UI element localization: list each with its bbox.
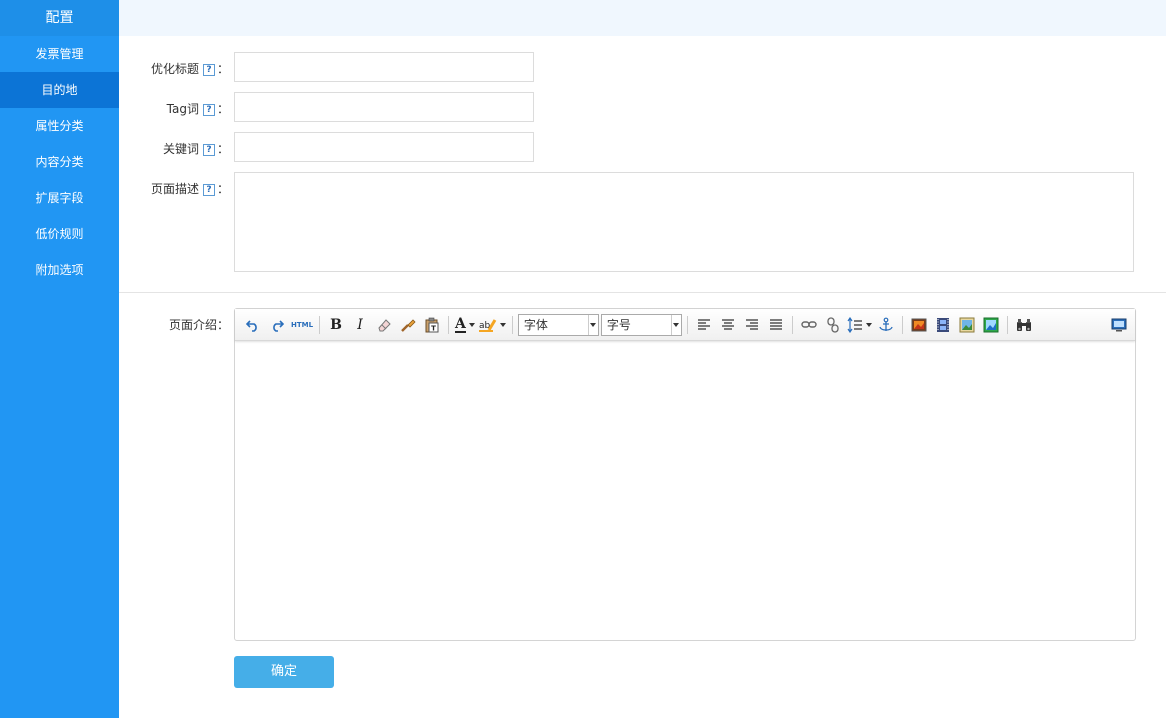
template-icon[interactable] (980, 314, 1002, 336)
line-height-icon (847, 316, 862, 333)
keywords-label: 关键词 (162, 142, 199, 156)
editor-content-area[interactable] (235, 342, 1135, 640)
editor-toolbar: HTML B I T A ab 字体 字号 (235, 309, 1135, 341)
image-icon[interactable] (908, 314, 930, 336)
toolbar-separator (319, 315, 320, 334)
bold-label: B (330, 316, 342, 333)
label-colon: ： (216, 62, 229, 76)
toolbar-separator (448, 315, 449, 334)
font-size-select[interactable]: 字号 (600, 313, 682, 336)
seo-title-label: 优化标题 (150, 62, 199, 76)
sidebar-title: 配置 (0, 0, 119, 36)
sidebar-item-content-category[interactable]: 内容分类 (0, 144, 119, 180)
toolbar-separator (791, 315, 793, 334)
description-label: 页面描述 (150, 182, 199, 196)
search-replace-icon[interactable] (1013, 314, 1035, 336)
bold-icon[interactable]: B (325, 314, 347, 336)
italic-label: I (357, 316, 363, 333)
anchor-icon[interactable] (875, 314, 897, 336)
toolbar-separator (1006, 315, 1008, 334)
help-icon[interactable]: ? (202, 183, 215, 196)
html-source-label: HTML (290, 320, 314, 329)
font-family-select-value: 字体 (523, 317, 548, 332)
help-icon[interactable]: ? (202, 63, 215, 76)
chevron-down-icon (670, 314, 681, 335)
font-color-icon: A (455, 315, 466, 333)
link-icon[interactable] (798, 314, 820, 336)
rich-text-editor: HTML B I T A ab 字体 字号 (234, 308, 1136, 641)
tag-label: Tag词 (166, 102, 199, 116)
video-icon[interactable] (932, 314, 954, 336)
intro-label-group: 页面介绍： (119, 308, 229, 338)
seo-title-input[interactable] (234, 52, 534, 82)
tag-label-group: Tag词?： (119, 92, 229, 122)
sidebar-item-invoice[interactable]: 发票管理 (0, 36, 119, 72)
chevron-down-icon (865, 322, 872, 327)
section-divider (119, 292, 1166, 293)
main-content: 优化标题?： Tag词?： 关键词?： 页面描述?： 页面介绍： HTML B … (119, 0, 1166, 718)
undo-icon[interactable] (242, 314, 264, 336)
chevron-down-icon (468, 322, 475, 327)
keywords-label-group: 关键词?： (119, 132, 229, 162)
chevron-down-icon (587, 314, 598, 335)
intro-label: 页面介绍： (168, 318, 229, 332)
sidebar: 配置 发票管理 目的地 属性分类 内容分类 扩展字段 低价规则 附加选项 (0, 0, 119, 718)
unlink-icon[interactable] (822, 314, 844, 336)
description-textarea[interactable] (234, 172, 1134, 272)
redo-icon[interactable] (266, 314, 288, 336)
format-painter-icon[interactable] (397, 314, 419, 336)
eraser-icon[interactable] (373, 314, 395, 336)
label-colon: ： (216, 182, 229, 196)
help-icon[interactable]: ? (202, 103, 215, 116)
help-icon[interactable]: ? (202, 143, 215, 156)
highlight-color-dropdown[interactable]: ab (478, 317, 506, 333)
toolbar-separator (511, 315, 513, 334)
align-right-icon[interactable] (741, 314, 763, 336)
highlight-color-icon: ab (478, 318, 497, 332)
italic-icon[interactable]: I (349, 314, 371, 336)
sidebar-item-additional-options[interactable]: 附加选项 (0, 252, 119, 288)
keywords-input[interactable] (234, 132, 534, 162)
sidebar-item-low-price-rules[interactable]: 低价规则 (0, 216, 119, 252)
toolbar-separator (686, 315, 688, 334)
line-height-dropdown[interactable] (847, 316, 872, 333)
html-source-icon[interactable]: HTML (290, 314, 314, 336)
fullscreen-icon[interactable] (1108, 314, 1130, 336)
top-bar (119, 0, 1166, 36)
sidebar-item-attribute-category[interactable]: 属性分类 (0, 108, 119, 144)
description-label-group: 页面描述?： (119, 172, 229, 202)
toolbar-separator (901, 315, 903, 334)
label-colon: ： (216, 102, 229, 116)
svg-text:T: T (431, 324, 436, 332)
font-color-dropdown[interactable]: A (455, 317, 475, 333)
font-size-select-value: 字号 (606, 317, 631, 332)
sidebar-item-extended-fields[interactable]: 扩展字段 (0, 180, 119, 216)
align-justify-icon[interactable] (765, 314, 787, 336)
sidebar-item-destination[interactable]: 目的地 (0, 72, 119, 108)
seo-title-label-group: 优化标题?： (119, 52, 229, 82)
multi-image-icon[interactable] (956, 314, 978, 336)
align-center-icon[interactable] (717, 314, 739, 336)
align-left-icon[interactable] (693, 314, 715, 336)
tag-input[interactable] (234, 92, 534, 122)
label-colon: ： (216, 142, 229, 156)
paste-text-icon[interactable]: T (421, 314, 443, 336)
submit-button[interactable]: 确定 (234, 656, 334, 688)
font-family-select[interactable]: 字体 (517, 313, 599, 336)
chevron-down-icon (499, 322, 506, 327)
